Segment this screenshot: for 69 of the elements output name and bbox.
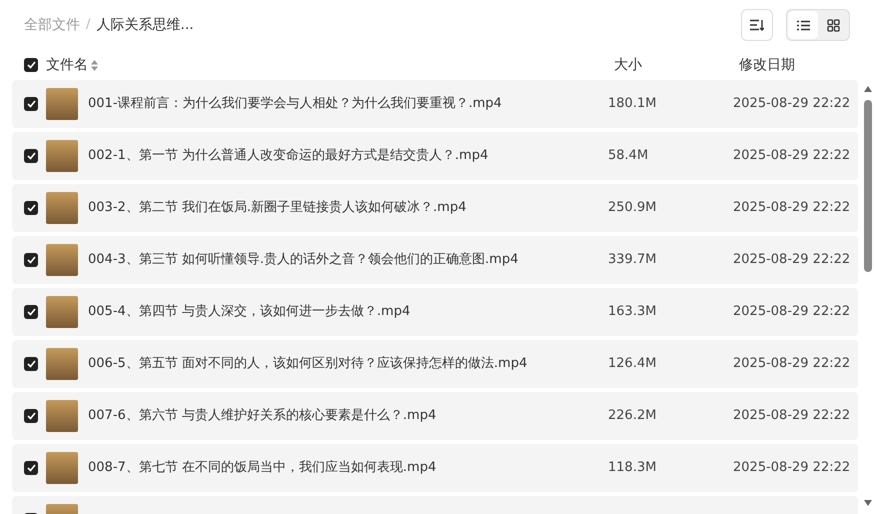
video-thumbnail [46, 88, 78, 120]
checkbox[interactable] [24, 305, 38, 319]
sort-icon [750, 19, 764, 31]
checkbox[interactable] [24, 409, 38, 423]
breadcrumb-separator: / [86, 16, 90, 34]
file-name[interactable]: 003-2、第二节 我们在饭局.新圈子里链接贵人该如何破冰？.mp4 [88, 198, 608, 218]
file-row[interactable]: 007-6、第六节 与贵人维护好关系的核心要素是什么？.mp4 226.2M 2025-08-29 22:22 [12, 392, 858, 440]
file-size: 126.4M [608, 355, 658, 374]
checkbox[interactable] [24, 357, 38, 371]
check-icon [26, 204, 36, 212]
modified-date: 2025-08-29 22:22 [733, 251, 850, 270]
file-name[interactable]: 002-1、第一节 为什么普通人改变命运的最好方式是结交贵人？.mp4 [88, 146, 608, 166]
file-name[interactable]: 001-课程前言：为什么我们要学会与人相处？为什么我们要重视？.mp4 [88, 94, 608, 114]
modified-date: 2025-08-29 22:22 [733, 355, 850, 374]
modified-date: 2025-08-29 22:22 [733, 407, 850, 426]
check-icon [26, 256, 36, 264]
file-size: 180.1M [608, 95, 658, 114]
video-thumbnail [46, 296, 78, 328]
file-name[interactable]: 005-4、第四节 与贵人深交，该如何进一步去做？.mp4 [88, 302, 608, 322]
modified-date: 2025-08-29 22:22 [733, 147, 850, 166]
file-row[interactable]: 006-5、第五节 面对不同的人，该如何区别对待？应该保持怎样的做法.mp4 126.4M 2025-08-29 22:22 [12, 340, 858, 388]
video-thumbnail [46, 400, 78, 432]
check-icon [26, 100, 36, 108]
grid-icon [826, 18, 840, 32]
list-view-button[interactable] [788, 11, 818, 39]
file-row[interactable]: 005-4、第四节 与贵人深交，该如何进一步去做？.mp4 163.3M 2025-08-29 22:22 [12, 288, 858, 336]
file-size: 339.7M [608, 251, 658, 270]
modified-date: 2025-08-29 22:22 [733, 459, 850, 478]
modified-date: 2025-08-29 22:22 [733, 95, 850, 114]
file-name[interactable]: 004-3、第三节 如何听懂领导.贵人的话外之音？领会他们的正确意图.mp4 [88, 250, 608, 270]
video-thumbnail [46, 452, 78, 484]
file-size: 250.9M [608, 199, 658, 218]
file-name[interactable]: 008-7、第七节 在不同的饭局当中，我们应当如何表现.mp4 [88, 458, 608, 478]
breadcrumb-current: 人际关系思维... [96, 16, 194, 34]
video-thumbnail [46, 140, 78, 172]
checkbox[interactable] [24, 253, 38, 267]
file-name[interactable]: 007-6、第六节 与贵人维护好关系的核心要素是什么？.mp4 [88, 406, 608, 426]
column-header[interactable]: 大小 [614, 54, 642, 76]
list-icon [796, 20, 810, 30]
file-row[interactable]: 008-7、第七节 在不同的饭局当中，我们应当如何表现.mp4 118.3M 2025-08-29 22:22 [12, 444, 858, 492]
checkbox[interactable] [24, 97, 38, 111]
column-header[interactable]: 修改日期 [739, 54, 795, 76]
sort-button[interactable] [741, 9, 773, 41]
checkbox[interactable] [24, 149, 38, 163]
check-icon [26, 308, 36, 316]
sort-icon[interactable] [91, 60, 98, 70]
checkbox[interactable] [24, 201, 38, 215]
file-size: 226.2M [608, 407, 658, 426]
file-size: 58.4M [608, 147, 650, 166]
column-header[interactable]: 文件名 [46, 54, 88, 76]
file-row[interactable]: 002-1、第一节 为什么普通人改变命运的最好方式是结交贵人？.mp4 58.4M 2025-08-29 22:22 [12, 132, 858, 180]
check-icon [26, 360, 36, 368]
modified-date: 2025-08-29 22:22 [733, 199, 850, 218]
check-icon [26, 152, 36, 160]
file-row[interactable]: 001-课程前言：为什么我们要学会与人相处？为什么我们要重视？.mp4 180.1M 2025-08-29 22:22 [12, 80, 858, 128]
file-row[interactable]: 003-2、第二节 我们在饭局.新圈子里链接贵人该如何破冰？.mp4 250.9M 2025-08-29 22:22 [12, 184, 858, 232]
video-thumbnail [46, 348, 78, 380]
file-name[interactable]: 006-5、第五节 面对不同的人，该如何区别对待？应该保持怎样的做法.mp4 [88, 354, 608, 374]
file-size: 118.3M [608, 459, 658, 478]
file-row[interactable]: 004-3、第三节 如何听懂领导.贵人的话外之音？领会他们的正确意图.mp4 339.7M 2025-08-29 22:22 [12, 236, 858, 284]
video-thumbnail [46, 192, 78, 224]
check-icon [26, 412, 36, 420]
modified-date: 2025-08-29 22:22 [733, 303, 850, 322]
check-icon [26, 61, 36, 69]
video-thumbnail [46, 244, 78, 276]
checkbox[interactable] [24, 461, 38, 475]
checkbox[interactable] [24, 58, 38, 72]
file-size: 163.3M [608, 303, 658, 322]
check-icon [26, 464, 36, 472]
